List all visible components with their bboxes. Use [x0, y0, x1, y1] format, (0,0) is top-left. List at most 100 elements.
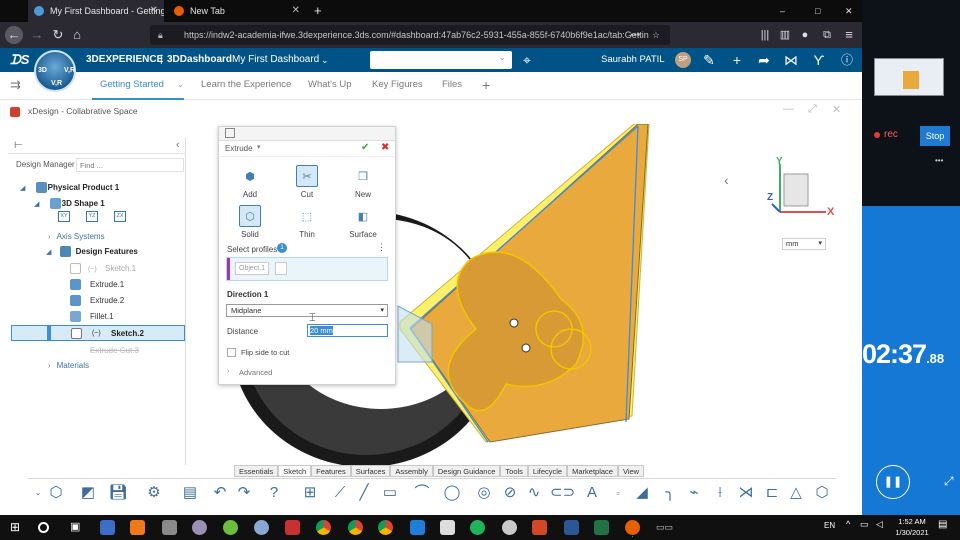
search-input[interactable]: ⌄: [370, 51, 512, 69]
tab-essentials[interactable]: Essentials: [234, 465, 279, 477]
pause-button[interactable]: ❚❚: [876, 465, 910, 499]
app-icon[interactable]: [162, 520, 177, 535]
collapse-panel-icon[interactable]: ‹: [176, 139, 180, 151]
flip-side-checkbox[interactable]: [227, 348, 236, 357]
tab-chevron-icon[interactable]: ⌄: [177, 79, 185, 90]
toolbar-collapse-icon[interactable]: ⌄: [28, 483, 48, 503]
close-tab-icon[interactable]: ✕: [292, 0, 300, 22]
sketch-point[interactable]: [521, 343, 531, 353]
design-icon[interactable]: ⬡: [46, 483, 66, 503]
communities-icon[interactable]: Ƴ: [810, 51, 828, 69]
app-icon[interactable]: [502, 520, 517, 535]
volume-icon[interactable]: ◁: [876, 519, 883, 530]
chrome-icon[interactable]: [378, 520, 393, 535]
sketch-point[interactable]: [509, 318, 519, 328]
sidebar-icon[interactable]: ▥: [776, 26, 794, 44]
mail-icon[interactable]: [410, 520, 425, 535]
ellipse-icon[interactable]: ◎: [474, 483, 494, 503]
close-window-button[interactable]: ✕: [840, 0, 860, 22]
tree-row-extrude-cut-3[interactable]: Extrude Cut.3: [90, 343, 139, 358]
search-tag-chevron-icon[interactable]: ⌄: [498, 52, 506, 63]
text-icon[interactable]: A: [582, 483, 602, 503]
compass-tools-icon[interactable]: ✎: [700, 51, 718, 69]
arc-icon[interactable]: ⌒: [412, 483, 432, 503]
maximize-button[interactable]: □: [810, 0, 830, 22]
app-icon[interactable]: [532, 520, 547, 535]
sketch-grid-icon[interactable]: ⊞: [300, 483, 320, 503]
extension-icon[interactable]: ⧉: [818, 26, 836, 44]
project-icon[interactable]: ⊏: [762, 483, 782, 503]
cut-option[interactable]: ✂ Cut: [287, 165, 327, 199]
new-tab-button[interactable]: +: [308, 0, 330, 22]
language-indicator[interactable]: EN: [824, 521, 835, 530]
user-name[interactable]: Saurabh PATIL: [601, 48, 665, 72]
slot-icon[interactable]: ⊂⊃: [550, 483, 575, 503]
tree-row-extrude-2[interactable]: Extrude.2: [70, 293, 124, 308]
cancel-button[interactable]: ✖: [381, 142, 389, 153]
line-icon[interactable]: ╱: [354, 483, 374, 503]
app-icon[interactable]: [470, 520, 485, 535]
tray-chevron-icon[interactable]: ^: [846, 519, 850, 529]
add-tab-button[interactable]: +: [482, 72, 490, 100]
plane-yz-icon[interactable]: YZ: [86, 211, 98, 222]
tree-icon[interactable]: ⊢: [14, 140, 23, 151]
clock-time[interactable]: 1:52 AM: [895, 517, 929, 526]
point-icon[interactable]: ▫: [608, 483, 628, 503]
app-icon[interactable]: ▭▭: [656, 520, 674, 535]
search-icon[interactable]: [38, 522, 49, 533]
expand-arrow-icon[interactable]: ◢: [46, 249, 51, 256]
avatar[interactable]: SP: [675, 52, 691, 68]
add-option[interactable]: ⬢ Add: [230, 165, 270, 200]
collapse-menu-icon[interactable]: ⇉: [10, 72, 21, 100]
app-icon[interactable]: [254, 520, 269, 535]
clipboard-icon[interactable]: ▤: [180, 483, 200, 503]
advanced-label[interactable]: Advanced: [239, 368, 272, 377]
tab-features[interactable]: Features: [311, 465, 351, 477]
tab-learn-the-experience[interactable]: Learn the Experience: [201, 72, 291, 100]
stop-button[interactable]: Stop: [920, 126, 950, 146]
tree-row-extrude-1[interactable]: Extrude.1: [70, 277, 124, 292]
app-icon[interactable]: [285, 520, 300, 535]
bookmark-star-icon[interactable]: ☆: [652, 25, 660, 45]
tab-getting-started[interactable]: Getting Started ⌄: [92, 72, 185, 100]
expand-arrow-icon[interactable]: ◢: [34, 201, 39, 208]
app-icon[interactable]: [223, 520, 238, 535]
help-icon[interactable]: ⓘ: [838, 51, 856, 69]
app-icon[interactable]: [440, 520, 455, 535]
surface-option[interactable]: ◧ Surface: [343, 205, 383, 240]
circle-icon[interactable]: ◯: [442, 483, 462, 503]
plane-xy-icon[interactable]: XY: [58, 211, 70, 222]
constraint-icon[interactable]: ⋊: [736, 483, 756, 503]
minimize-widget-icon[interactable]: —: [783, 103, 794, 115]
add-icon[interactable]: +: [728, 51, 746, 69]
tree-row-fillet-1[interactable]: Fillet.1: [70, 309, 114, 324]
profile-selection-box[interactable]: Object.1: [226, 257, 388, 281]
offset-icon[interactable]: ⌁: [684, 483, 704, 503]
tab-surfaces[interactable]: Surfaces: [350, 465, 391, 477]
account-icon[interactable]: ●: [796, 26, 814, 44]
distance-input[interactable]: 20 mm: [307, 324, 388, 337]
part-icon[interactable]: ◩: [78, 483, 98, 503]
tab-whats-up[interactable]: What's Up: [308, 72, 352, 100]
collapse-arrow-icon[interactable]: ›: [48, 363, 50, 370]
library-icon[interactable]: |||: [756, 26, 774, 44]
save-icon[interactable]: 💾︎: [108, 483, 128, 503]
settings-icon[interactable]: ⚙: [144, 483, 164, 503]
app-icon[interactable]: [130, 520, 145, 535]
advanced-chevron-icon[interactable]: ›: [227, 368, 229, 375]
firefox-icon[interactable]: [625, 520, 640, 535]
tab-tools[interactable]: Tools: [500, 465, 528, 477]
tree-row-design-features[interactable]: ◢ Design Features: [46, 244, 138, 259]
panel-pin-icon[interactable]: [225, 128, 235, 138]
close-tab-icon[interactable]: ✕: [150, 0, 158, 22]
trim-icon[interactable]: ◢: [632, 483, 652, 503]
previous-view-chevron-icon[interactable]: ‹: [724, 172, 729, 188]
ok-button[interactable]: ✔: [361, 142, 369, 153]
dimension-icon[interactable]: ⟋: [330, 483, 350, 503]
box-icon[interactable]: ⬡: [812, 483, 832, 503]
browser-tab-dashboard[interactable]: My First Dashboard - Getting S ✕: [28, 0, 164, 22]
triangle-icon[interactable]: △: [786, 483, 806, 503]
panel-title-chevron-icon[interactable]: ▾: [257, 143, 261, 151]
fillet-icon[interactable]: ╮: [660, 483, 680, 503]
more-options-icon[interactable]: •••: [935, 156, 943, 165]
